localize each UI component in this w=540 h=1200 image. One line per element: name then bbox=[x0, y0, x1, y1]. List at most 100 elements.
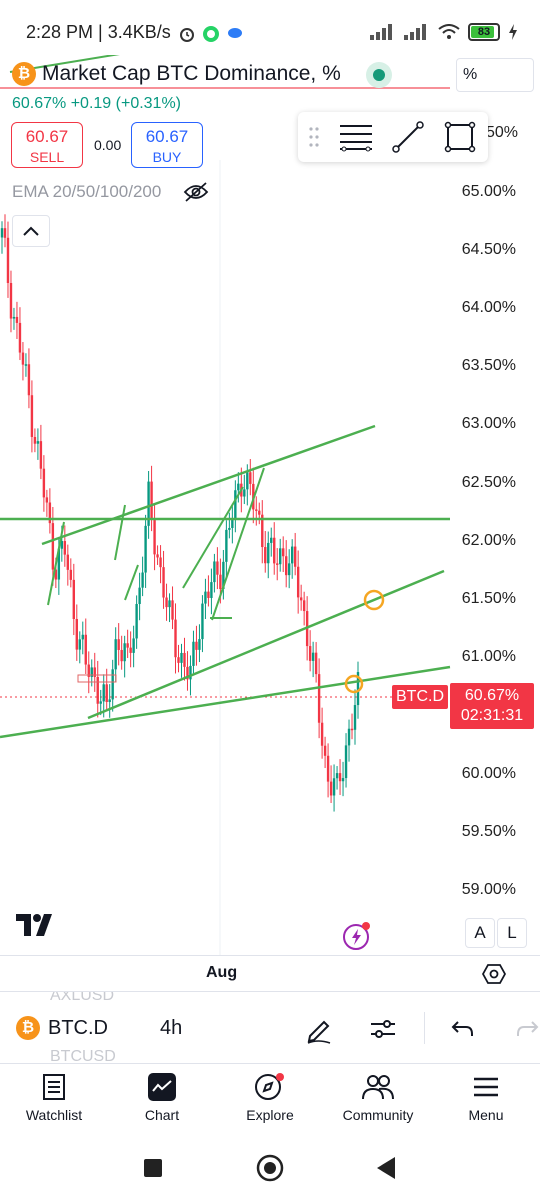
candle-body bbox=[329, 781, 333, 796]
price-label: 61.00% bbox=[461, 648, 516, 665]
tradingview-logo[interactable] bbox=[16, 912, 58, 943]
collapse-legend-button[interactable] bbox=[12, 215, 50, 247]
nav-chart[interactable]: Chart bbox=[108, 1064, 216, 1138]
undo-icon[interactable] bbox=[448, 1014, 478, 1044]
buy-price: 60.67 bbox=[145, 127, 189, 146]
candle-body bbox=[132, 638, 135, 653]
candle-body bbox=[36, 441, 40, 444]
timeframe-selector[interactable]: 4h bbox=[160, 1017, 182, 1040]
candle-body bbox=[210, 582, 213, 598]
bar-countdown: 02:31:31 bbox=[460, 707, 524, 724]
candle-body bbox=[72, 579, 75, 620]
line-settings-icon[interactable] bbox=[338, 122, 374, 152]
candle-body bbox=[0, 228, 4, 238]
candle-body bbox=[171, 600, 174, 620]
candle-body bbox=[287, 563, 291, 576]
symbol-selector[interactable]: ₿ BTC.D bbox=[16, 1016, 108, 1040]
current-price: 60.67% bbox=[464, 687, 520, 704]
buy-button[interactable]: 60.67 BUY bbox=[131, 122, 203, 168]
signal-icon bbox=[370, 24, 392, 40]
nav-label: Watchlist bbox=[25, 1107, 83, 1123]
indicator-legend[interactable]: EMA 20/50/100/200 bbox=[12, 182, 209, 202]
symbol-title[interactable]: ₿ Market Cap BTC Dominance, % bbox=[12, 62, 341, 86]
symbol-name: BTC.D bbox=[48, 1016, 108, 1039]
candle-body bbox=[156, 554, 159, 558]
candle-body bbox=[75, 619, 78, 650]
price-change: 60.67% +0.19 (+0.31%) bbox=[12, 95, 182, 112]
candle-body bbox=[302, 600, 306, 612]
time-axis[interactable]: Aug bbox=[0, 955, 540, 991]
nav-watchlist[interactable]: Watchlist bbox=[0, 1064, 108, 1138]
lightning-icon[interactable] bbox=[342, 921, 372, 951]
candle-body bbox=[219, 574, 222, 590]
battery-icon: 83 bbox=[468, 23, 500, 41]
candle-body bbox=[177, 657, 180, 663]
candle-body bbox=[96, 676, 99, 704]
community-icon bbox=[362, 1075, 394, 1100]
candle-body bbox=[246, 472, 249, 490]
hidden-eye-icon[interactable] bbox=[183, 182, 209, 202]
drag-handle-icon[interactable] bbox=[308, 126, 320, 148]
candle-body bbox=[207, 591, 210, 598]
candle-body bbox=[66, 554, 70, 570]
indicators-icon[interactable] bbox=[368, 1014, 398, 1044]
candle-body bbox=[33, 436, 37, 444]
nav-menu[interactable]: Menu bbox=[432, 1064, 540, 1138]
candle-body bbox=[198, 639, 201, 650]
message-icon bbox=[228, 28, 242, 38]
recents-icon[interactable] bbox=[143, 1158, 163, 1178]
price-label: 65.00% bbox=[461, 183, 516, 200]
nav-community[interactable]: Community bbox=[324, 1064, 432, 1138]
current-price-tag: 60.67% 02:31:31 bbox=[450, 683, 534, 729]
candle-body bbox=[341, 778, 345, 782]
whatsapp-icon bbox=[203, 26, 219, 42]
bitcoin-icon: ₿ bbox=[12, 62, 36, 86]
candle-body bbox=[108, 699, 111, 702]
candle-body bbox=[93, 667, 96, 677]
candle-body bbox=[225, 529, 228, 562]
candle-body bbox=[243, 489, 246, 497]
candle-body bbox=[84, 634, 87, 665]
log-scale-button[interactable]: L bbox=[497, 918, 527, 948]
nav-label: Menu bbox=[468, 1107, 504, 1123]
candle-body bbox=[285, 556, 288, 576]
symbol-title-text: Market Cap BTC Dominance, % bbox=[42, 62, 341, 85]
candle-body bbox=[159, 557, 162, 568]
chart-settings-icon[interactable] bbox=[482, 962, 506, 986]
back-icon[interactable] bbox=[375, 1156, 397, 1180]
candle-body bbox=[311, 652, 315, 661]
candle-body bbox=[201, 603, 204, 640]
rectangle-tool-icon[interactable] bbox=[444, 121, 476, 153]
candle-body bbox=[39, 441, 43, 469]
current-symbol-tag: BTC.D bbox=[392, 685, 448, 709]
symbol-toolbar: AXLUSD BTCUSD ₿ BTC.D 4h bbox=[0, 991, 540, 1063]
spread-value: 0.00 bbox=[94, 137, 122, 153]
candle-body bbox=[249, 472, 252, 484]
trend-line-tool-icon[interactable] bbox=[392, 121, 424, 153]
candle-body bbox=[314, 652, 318, 675]
candle-body bbox=[90, 667, 93, 677]
compass-icon bbox=[255, 1073, 284, 1100]
candle-body bbox=[165, 597, 168, 608]
candle-body bbox=[308, 646, 312, 661]
candle-body bbox=[78, 639, 81, 650]
unit-selector[interactable]: % bbox=[456, 58, 534, 92]
candle-body bbox=[102, 684, 105, 702]
auto-scale-button[interactable]: A bbox=[465, 918, 495, 948]
sell-button[interactable]: 60.67 SELL bbox=[11, 122, 83, 168]
candle-body bbox=[153, 518, 156, 555]
candle-body bbox=[282, 548, 285, 557]
home-icon[interactable] bbox=[256, 1154, 284, 1182]
candle-body bbox=[183, 652, 186, 667]
system-indicators: 83 bbox=[370, 23, 518, 41]
ghost-symbol-below: BTCUSD bbox=[50, 1048, 116, 1063]
market-status-icon[interactable] bbox=[366, 62, 392, 88]
price-label: 59.00% bbox=[461, 881, 516, 898]
candle-body bbox=[332, 778, 336, 796]
signal-icon-2 bbox=[404, 24, 426, 40]
redo-icon[interactable] bbox=[512, 1014, 540, 1044]
drawing-pen-icon[interactable] bbox=[304, 1014, 334, 1044]
tradingview-logo-icon bbox=[16, 914, 52, 936]
candle-body bbox=[255, 509, 258, 511]
nav-explore[interactable]: Explore bbox=[216, 1064, 324, 1138]
